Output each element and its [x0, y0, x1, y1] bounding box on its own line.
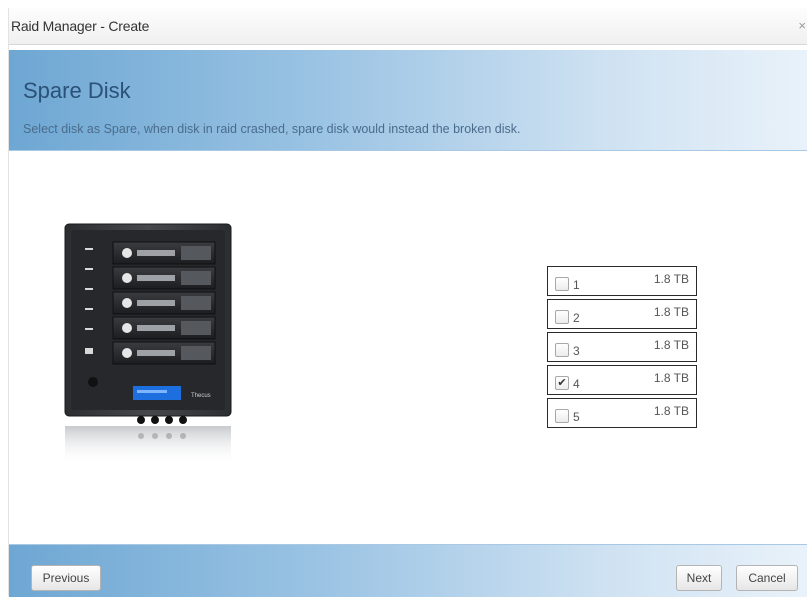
disk-number: 4 [573, 377, 580, 391]
disk-row-3[interactable]: 3 1.8 TB [547, 332, 697, 362]
dialog-footer: Previous Next Cancel [9, 544, 807, 597]
disk-checkbox-5[interactable] [555, 409, 569, 423]
disk-number: 5 [573, 410, 580, 424]
disk-row-4[interactable]: ✔ 4 1.8 TB [547, 365, 697, 395]
dialog-title: Raid Manager - Create [11, 18, 150, 34]
disk-size: 1.8 TB [653, 272, 689, 286]
step-description: Select disk as Spare, when disk in raid … [23, 122, 521, 136]
disk-number: 2 [573, 311, 580, 325]
disk-number: 1 [573, 278, 580, 292]
disk-checkbox-2[interactable] [555, 310, 569, 324]
previous-button[interactable]: Previous [31, 565, 101, 591]
disk-row-1[interactable]: 1 1.8 TB [547, 266, 697, 296]
next-button[interactable]: Next [676, 565, 722, 591]
close-icon[interactable]: × [798, 18, 806, 33]
raid-manager-dialog: Raid Manager - Create × Spare Disk Selec… [8, 8, 807, 597]
step-title: Spare Disk [23, 78, 131, 103]
nas-device-image: Thecus [64, 223, 232, 466]
disk-list: 1 1.8 TB 2 1.8 TB 3 1.8 TB ✔ 4 1.8 TB 5 … [547, 266, 701, 431]
disk-number: 3 [573, 344, 580, 358]
disk-checkbox-1[interactable] [555, 277, 569, 291]
dialog-titlebar: Raid Manager - Create × [9, 8, 807, 45]
disk-checkbox-4[interactable]: ✔ [555, 376, 569, 390]
disk-row-2[interactable]: 2 1.8 TB [547, 299, 697, 329]
disk-size: 1.8 TB [653, 338, 689, 352]
disk-checkbox-3[interactable] [555, 343, 569, 357]
disk-row-5[interactable]: 5 1.8 TB [547, 398, 697, 428]
disk-size: 1.8 TB [653, 404, 689, 418]
step-header: Spare Disk Select disk as Spare, when di… [9, 50, 807, 151]
disk-size: 1.8 TB [653, 305, 689, 319]
brand-logo: Thecus [191, 393, 211, 399]
disk-size: 1.8 TB [653, 371, 689, 385]
cancel-button[interactable]: Cancel [736, 565, 798, 591]
